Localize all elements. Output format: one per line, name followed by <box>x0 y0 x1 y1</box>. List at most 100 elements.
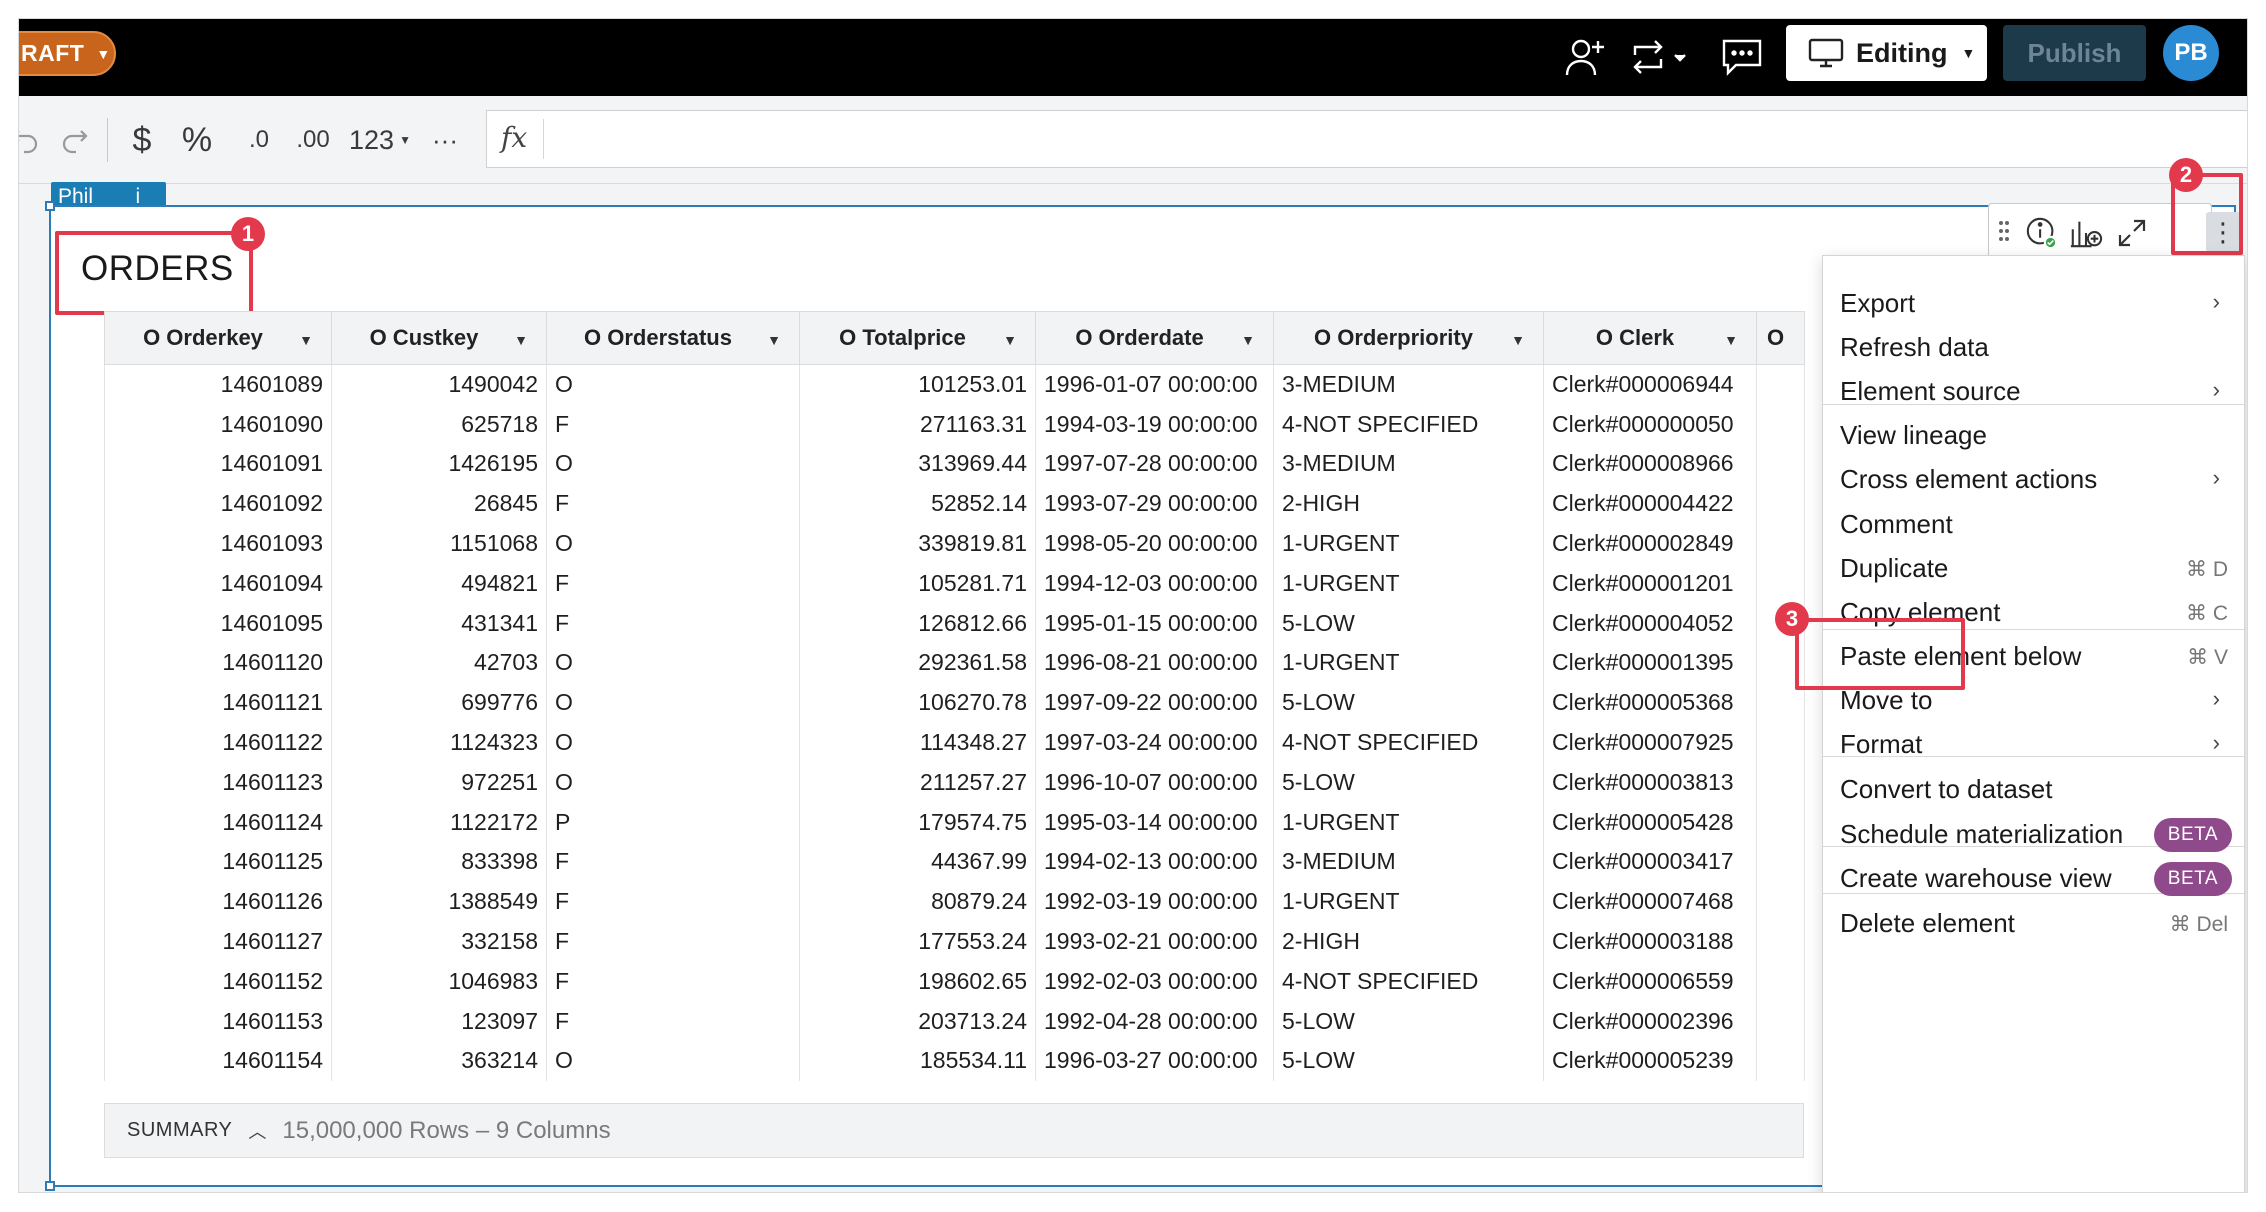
table-cell[interactable]: 1-URGENT <box>1273 802 1544 843</box>
column-menu-icon[interactable]: ▼ <box>1724 332 1738 348</box>
table-row[interactable]: 14601153 123097 F 203713.24 1992-04-28 00:00… <box>104 1001 1805 1042</box>
table-cell[interactable]: 431341 <box>331 603 547 644</box>
table-cell[interactable]: Clerk#000004052 <box>1543 603 1757 644</box>
table-cell[interactable]: 5-LOW <box>1273 1001 1544 1042</box>
table-cell[interactable]: 1388549 <box>331 881 547 922</box>
sync-icon[interactable] <box>1624 33 1694 81</box>
table-cell[interactable]: 14601093 <box>104 523 332 564</box>
table-cell[interactable]: 2-HIGH <box>1273 483 1544 524</box>
table-row[interactable]: 14601124 1122172 P 179574.75 1995-03-14 00:0… <box>104 802 1805 843</box>
column-header[interactable]: O Custkey ▼ <box>331 311 547 365</box>
table-cell[interactable] <box>1756 842 1805 882</box>
table-cell[interactable]: 14601124 <box>104 802 332 843</box>
resize-handle[interactable] <box>45 1181 55 1191</box>
publish-button[interactable]: Publish <box>2003 25 2146 81</box>
table-cell[interactable]: 1997-09-22 00:00:00 <box>1035 682 1274 723</box>
table-cell[interactable]: Clerk#000005239 <box>1543 1041 1757 1081</box>
table-cell[interactable]: 14601123 <box>104 762 332 803</box>
table-row[interactable]: 14601093 1151068 O 339819.81 1998-05-20 00:0… <box>104 523 1805 564</box>
table-cell[interactable]: 1996-10-07 00:00:00 <box>1035 762 1274 803</box>
column-menu-icon[interactable]: ▼ <box>1511 332 1525 348</box>
table-cell[interactable] <box>1756 921 1805 962</box>
drag-handle-icon[interactable] <box>1995 216 2013 250</box>
table-cell[interactable]: 1124323 <box>331 722 547 763</box>
table-cell[interactable]: Clerk#000003188 <box>1543 921 1757 962</box>
resize-handle[interactable] <box>45 201 55 211</box>
table-cell[interactable]: 106270.78 <box>799 682 1036 723</box>
table-cell[interactable] <box>1756 1001 1805 1042</box>
table-cell[interactable]: 1122172 <box>331 802 547 843</box>
table-row[interactable]: 14601122 1124323 O 114348.27 1997-03-24 00:0… <box>104 722 1805 763</box>
more-options-button[interactable]: ··· <box>423 120 467 160</box>
table-cell[interactable]: 1993-07-29 00:00:00 <box>1035 483 1274 524</box>
table-cell[interactable]: Clerk#000003417 <box>1543 842 1757 882</box>
table-cell[interactable]: 1994-02-13 00:00:00 <box>1035 842 1274 882</box>
table-cell[interactable]: 114348.27 <box>799 722 1036 763</box>
currency-format-button[interactable]: $ <box>125 120 159 160</box>
table-row[interactable]: 14601152 1046983 F 198602.65 1992-02-03 00:0… <box>104 961 1805 1002</box>
table-cell[interactable]: 14601153 <box>104 1001 332 1042</box>
table-cell[interactable] <box>1756 961 1805 1002</box>
table-cell[interactable]: 14601122 <box>104 722 332 763</box>
table-cell[interactable]: Clerk#000007468 <box>1543 881 1757 922</box>
table-cell[interactable]: Clerk#000000050 <box>1543 404 1757 445</box>
table-cell[interactable]: 1997-07-28 00:00:00 <box>1035 444 1274 484</box>
table-cell[interactable]: 14601126 <box>104 881 332 922</box>
table-cell[interactable]: 80879.24 <box>799 881 1036 922</box>
table-cell[interactable]: 14601154 <box>104 1041 332 1081</box>
table-cell[interactable]: 1994-03-19 00:00:00 <box>1035 404 1274 445</box>
table-row[interactable]: 14601127 332158 F 177553.24 1993-02-21 00:00… <box>104 921 1805 962</box>
summary-bar[interactable]: SUMMARY ︿ 15,000,000 Rows – 9 Columns <box>104 1103 1804 1158</box>
table-row[interactable]: 14601095 431341 F 126812.66 1995-01-15 00:00… <box>104 603 1805 644</box>
table-cell[interactable]: 5-LOW <box>1273 682 1544 723</box>
table-cell[interactable]: 14601095 <box>104 603 332 644</box>
table-cell[interactable] <box>1756 483 1805 524</box>
table-cell[interactable]: 1994-12-03 00:00:00 <box>1035 563 1274 604</box>
table-cell[interactable]: 44367.99 <box>799 842 1036 882</box>
table-cell[interactable]: 1046983 <box>331 961 547 1002</box>
table-cell[interactable]: 3-MEDIUM <box>1273 842 1544 882</box>
table-cell[interactable]: Clerk#000007925 <box>1543 722 1757 763</box>
table-cell[interactable]: 3-MEDIUM <box>1273 444 1544 484</box>
column-header[interactable]: O Orderstatus ▼ <box>546 311 800 365</box>
table-cell[interactable]: F <box>546 483 800 524</box>
table-cell[interactable]: 3-MEDIUM <box>1273 364 1544 405</box>
decrease-decimals-button[interactable]: .0 <box>239 120 279 160</box>
table-cell[interactable]: Clerk#000001395 <box>1543 643 1757 683</box>
table-cell[interactable]: 203713.24 <box>799 1001 1036 1042</box>
table-row[interactable]: 14601089 1490042 O 101253.01 1996-01-07 00:0… <box>104 364 1805 405</box>
table-cell[interactable]: Clerk#000006944 <box>1543 364 1757 405</box>
table-cell[interactable] <box>1756 881 1805 922</box>
table-row[interactable]: 14601126 1388549 F 80879.24 1992-03-19 00:00… <box>104 881 1805 922</box>
table-cell[interactable]: 1-URGENT <box>1273 563 1544 604</box>
column-menu-icon[interactable]: ▼ <box>767 332 781 348</box>
formula-bar[interactable]: fx <box>486 110 2247 168</box>
menu-item-delete-element[interactable]: Delete element ⌘ Del <box>1823 893 2246 953</box>
table-cell[interactable]: 185534.11 <box>799 1041 1036 1081</box>
table-cell[interactable] <box>1756 364 1805 405</box>
table-cell[interactable]: Clerk#000002849 <box>1543 523 1757 564</box>
table-cell[interactable]: 1995-01-15 00:00:00 <box>1035 603 1274 644</box>
table-row[interactable]: 14601090 625718 F 271163.31 1994-03-19 00:00… <box>104 404 1805 445</box>
percent-format-button[interactable]: % <box>177 120 217 160</box>
table-row[interactable]: 14601121 699776 O 106270.78 1997-09-22 00:00… <box>104 682 1805 723</box>
table-cell[interactable]: 14601152 <box>104 961 332 1002</box>
table-cell[interactable]: 1992-03-19 00:00:00 <box>1035 881 1274 922</box>
table-row[interactable]: 14601125 833398 F 44367.99 1994-02-13 00:00:… <box>104 842 1805 882</box>
editing-mode-button[interactable]: Editing ▼ <box>1786 25 1987 81</box>
table-row[interactable]: 14601092 26845 F 52852.14 1993-07-29 00:00:0… <box>104 483 1805 524</box>
table-cell[interactable]: O <box>546 682 800 723</box>
table-cell[interactable] <box>1756 563 1805 604</box>
table-cell[interactable]: O <box>546 523 800 564</box>
column-header[interactable]: O Orderpriority ▼ <box>1273 311 1544 365</box>
table-cell[interactable]: F <box>546 1001 800 1042</box>
table-cell[interactable]: O <box>546 762 800 803</box>
table-cell[interactable]: 1996-08-21 00:00:00 <box>1035 643 1274 683</box>
table-cell[interactable]: 14601092 <box>104 483 332 524</box>
table-cell[interactable] <box>1756 404 1805 445</box>
table-cell[interactable] <box>1756 444 1805 484</box>
table-cell[interactable]: O <box>546 364 800 405</box>
column-menu-icon[interactable]: ▼ <box>1003 332 1017 348</box>
table-cell[interactable]: 4-NOT SPECIFIED <box>1273 722 1544 763</box>
undo-icon[interactable] <box>19 120 41 160</box>
